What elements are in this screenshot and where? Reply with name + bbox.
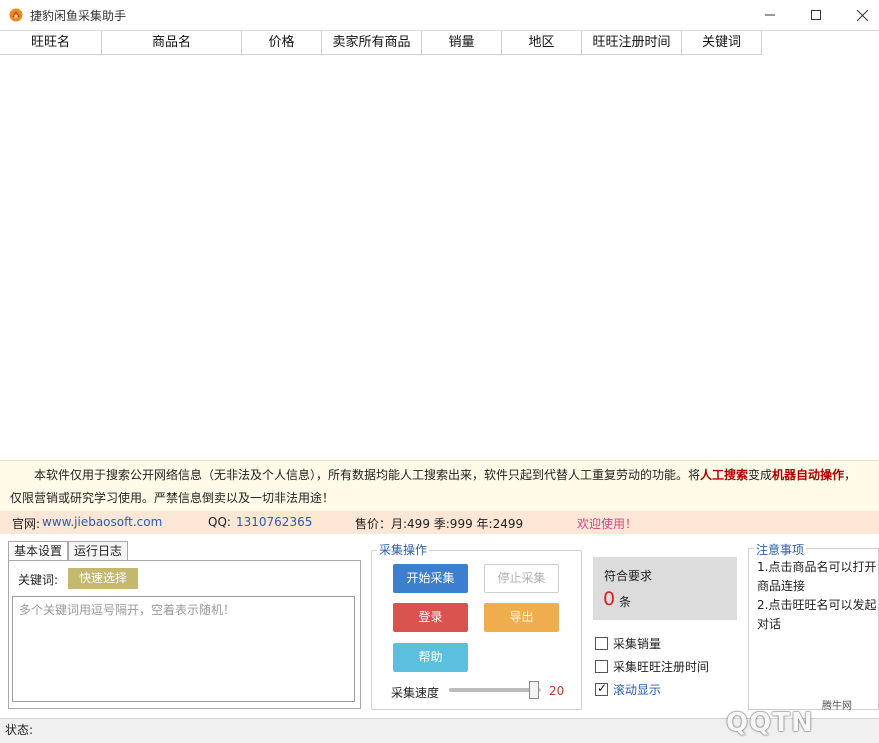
minimize-button[interactable] [747,0,793,30]
tab-run-log[interactable]: 运行日志 [68,541,129,561]
settings-tabs: 基本设置 运行日志 [8,541,129,561]
column-header-price[interactable]: 价格 [242,31,322,55]
keyword-label: 关键词: [18,573,59,587]
app-logo-icon [9,8,23,22]
collect-sales-label[interactable]: 采集销量 [613,635,661,652]
notes-title: 注意事项 [754,541,807,558]
minimize-icon [765,14,775,16]
note-item-2: 2.点击旺旺名可以发起对话 [757,598,877,631]
column-header-region[interactable]: 地区 [502,31,582,55]
column-header-wangwang-name[interactable]: 旺旺名 [0,31,102,55]
column-header-seller-products[interactable]: 卖家所有商品 [322,31,422,55]
export-button[interactable]: 导出 [484,603,559,632]
table-header: 旺旺名 商品名 价格 卖家所有商品 销量 地区 旺旺注册时间 关键词 [0,31,762,55]
column-header-keyword[interactable]: 关键词 [682,31,762,55]
scroll-display-label[interactable]: 滚动显示 [613,681,661,698]
close-button[interactable] [839,0,879,30]
welcome-text: 欢迎使用！ [577,517,638,531]
quick-select-button[interactable]: 快速选择 [68,568,138,589]
help-button[interactable]: 帮助 [393,643,468,672]
status-label: 状态: [5,723,34,737]
tab-basic-settings[interactable]: 基本设置 [8,541,69,561]
notice-line-1: 本软件仅用于搜索公开网络信息（无非法及个人信息），所有数据均能人工搜索出来，软件… [34,468,857,482]
speed-slider-fill [449,688,534,692]
price-info: 售价：月:499 季:999 年:2499 [355,517,524,531]
results-table[interactable]: 旺旺名 商品名 价格 卖家所有商品 销量 地区 旺旺注册时间 关键词 [0,30,879,460]
close-icon [856,9,868,21]
note-item-1: 1.点击商品名可以打开商品连接 [757,560,877,593]
disclaimer-notice: 本软件仅用于搜索公开网络信息（无非法及个人信息），所有数据均能人工搜索出来，软件… [0,460,879,511]
result-unit: 条 [619,595,632,609]
qq-number: 1310762365 [236,515,313,529]
speed-slider-handle[interactable] [529,681,539,699]
collect-sales-checkbox[interactable] [595,637,608,650]
column-header-product-name[interactable]: 商品名 [102,31,242,55]
window-title: 捷豹闲鱼采集助手 [30,9,127,23]
watermark-logo: QQTN [726,708,814,738]
website-label: 官网: [12,517,41,531]
column-header-register-time[interactable]: 旺旺注册时间 [582,31,682,55]
maximize-icon [811,10,821,20]
maximize-button[interactable] [793,0,839,30]
column-header-sales[interactable]: 销量 [422,31,502,55]
scroll-display-checkbox[interactable] [595,681,608,696]
collect-register-time-checkbox[interactable] [595,660,608,673]
login-button[interactable]: 登录 [393,603,468,632]
watermark-site-name: 腾牛网 [822,701,852,712]
website-link[interactable]: www.jiebaosoft.com [42,515,162,529]
keyword-textarea[interactable]: 多个关键词用逗号隔开，空着表示随机！ [12,596,355,702]
qq-label: QQ: [208,515,231,529]
speed-label: 采集速度 [391,686,440,700]
notice-line-2: 仅限营销或研究学习使用。严禁信息倒卖以及一切非法用途！ [10,491,335,505]
stop-collect-button[interactable]: 停止采集 [484,564,559,593]
collect-register-time-label[interactable]: 采集旺旺注册时间 [613,658,709,675]
result-label: 符合要求 [604,569,653,583]
notes-text: 1.点击商品名可以打开商品连接 2.点击旺旺名可以发起对话 [757,558,879,634]
start-collect-button[interactable]: 开始采集 [393,564,468,593]
result-count: 0 [603,588,616,610]
speed-value: 20 [549,684,565,698]
info-bar: 官网: www.jiebaosoft.com QQ: 1310762365 售价… [0,511,879,534]
collect-operations-title: 采集操作 [377,541,430,558]
